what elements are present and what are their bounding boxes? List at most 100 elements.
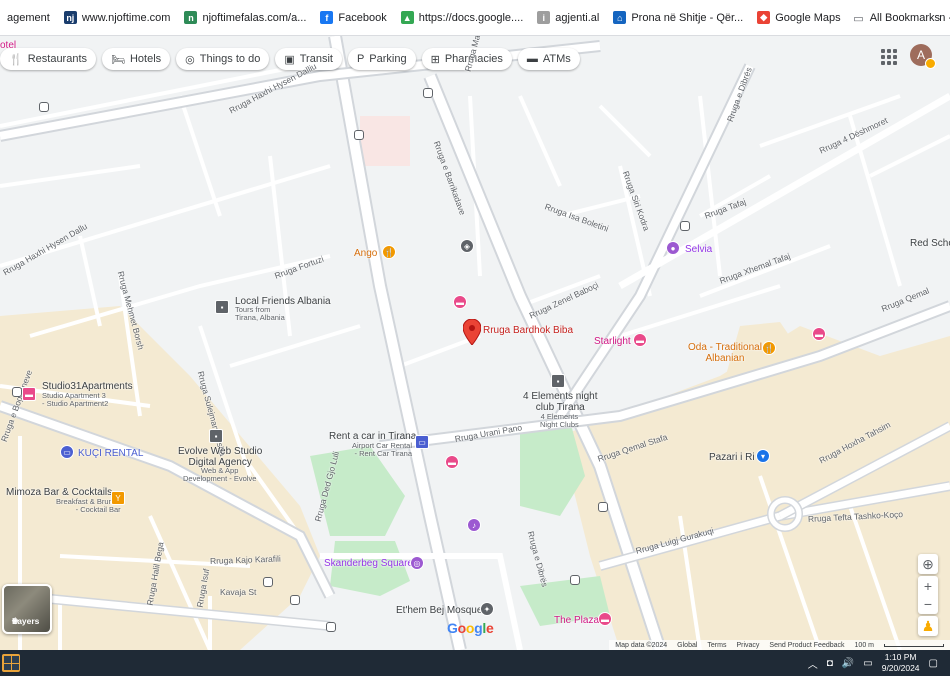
company-icon[interactable]: ▪: [209, 429, 223, 443]
bus-stop-icon[interactable]: [423, 88, 433, 98]
bookmark-item[interactable]: ⌂ Prona në Shitje - Qër...: [606, 0, 750, 35]
bookmark-item[interactable]: n njoftimefalas.com/a...: [177, 0, 313, 35]
place-label-selvia[interactable]: Selvia: [685, 244, 712, 255]
nj-icon: nj: [63, 11, 77, 24]
bookmark-item[interactable]: nj www.njoftime.com: [57, 0, 178, 35]
hotel-icon[interactable]: ▬: [633, 333, 647, 347]
music-venue-icon[interactable]: ♪: [467, 518, 481, 532]
bus-stop-icon[interactable]: [598, 502, 608, 512]
bookmark-label: Prona në Shitje - Qër...: [631, 11, 744, 24]
hotel-icon[interactable]: ▬: [22, 387, 36, 401]
send-feedback-link[interactable]: Send Product Feedback: [769, 642, 844, 649]
place-label-ethem-bey[interactable]: Et'hem Bej Mosque: [396, 605, 482, 616]
camera-icon[interactable]: ◘: [827, 658, 833, 669]
bookmark-item[interactable]: i agjenti.al: [530, 0, 606, 35]
chip-hotels[interactable]: 🛏 Hotels: [102, 48, 171, 70]
zoom-in-button[interactable]: +: [924, 577, 932, 595]
place-label-starlight[interactable]: Starlight: [594, 336, 631, 347]
chip-parking[interactable]: P Parking: [347, 48, 416, 70]
nightclub-icon[interactable]: ▪: [551, 374, 565, 388]
place-sublabel: Airport Car Rental - Rent Car Tirana: [352, 441, 413, 458]
google-logo-letter: o: [465, 620, 475, 636]
bus-stop-icon[interactable]: [263, 577, 273, 587]
place-label-evolve[interactable]: Evolve Web Studio Digital Agency: [178, 446, 262, 468]
mosque-icon[interactable]: ✦: [480, 602, 494, 616]
pink-block: [360, 116, 410, 166]
chip-atms[interactable]: ▬ ATMs: [517, 48, 580, 70]
shopping-icon[interactable]: ●: [666, 241, 680, 255]
global-link[interactable]: Global: [677, 642, 697, 649]
school-icon[interactable]: ◈: [460, 239, 474, 253]
place-label-the-plaza[interactable]: The Plaza: [554, 615, 599, 626]
pegman-street-view-button[interactable]: ♟: [918, 616, 938, 636]
agjenti-icon: i: [537, 11, 551, 24]
shopping-cart-icon[interactable]: ▾: [756, 449, 770, 463]
car-rental-icon[interactable]: ▭: [60, 445, 74, 459]
chevron-up-icon[interactable]: ︿: [808, 656, 818, 671]
place-label-ango[interactable]: Ango: [354, 248, 377, 259]
bus-stop-icon[interactable]: [290, 595, 300, 605]
place-label-4-elements[interactable]: 4 Elements night club Tirana: [523, 391, 598, 413]
google-apps-icon[interactable]: [878, 46, 900, 68]
notification-icon[interactable]: ▢: [929, 658, 938, 669]
bus-icon: ▣: [284, 53, 295, 66]
scale-label[interactable]: 100 m: [855, 642, 874, 649]
zoom-out-button[interactable]: −: [924, 595, 932, 613]
speaker-icon[interactable]: 🔊: [842, 658, 854, 669]
map-canvas[interactable]: 🍴 Restaurants 🛏 Hotels ◎ Things to do ▣ Transit…: [0, 36, 950, 650]
landmark-icon[interactable]: ◎: [410, 556, 424, 570]
place-label-kuci-rental[interactable]: KUÇI RENTAL: [78, 448, 143, 459]
selected-location-marker-icon[interactable]: [463, 319, 481, 345]
bus-stop-icon[interactable]: [570, 575, 580, 585]
chip-label: Transit: [299, 53, 333, 65]
hotel-icon[interactable]: ▬: [445, 455, 459, 469]
privacy-link[interactable]: Privacy: [736, 642, 759, 649]
street-label: Kavaja St: [220, 587, 257, 597]
bookmark-item[interactable]: f Facebook: [313, 0, 393, 35]
bookmark-item[interactable]: agement: [0, 0, 57, 35]
my-location-button[interactable]: ⊕: [918, 554, 938, 574]
start-button[interactable]: [2, 654, 20, 672]
chip-things-to-do[interactable]: ◎ Things to do: [176, 48, 270, 70]
place-label-oda[interactable]: Oda - Traditional Albanian: [688, 342, 762, 364]
pegman-icon: ♟: [921, 617, 935, 634]
bar-icon[interactable]: Y: [111, 491, 125, 505]
bookmark-item[interactable]: ◆ Google Maps: [750, 0, 847, 35]
bookmark-item[interactable]: ▲ https://docs.google....: [394, 0, 531, 35]
bookmarks-bar: agement nj www.njoftime.com n njoftimefalas.…: [0, 0, 950, 36]
tour-icon[interactable]: ▪: [215, 300, 229, 314]
restaurant-icon[interactable]: 🍴: [382, 245, 396, 259]
battery-icon[interactable]: ▭: [863, 658, 872, 669]
chip-label: Hotels: [129, 53, 162, 65]
place-label-pazari[interactable]: Pazari i Ri: [709, 452, 755, 463]
hotel-icon[interactable]: ▬: [812, 327, 826, 341]
clock[interactable]: 1:10 PM 9/20/2024: [882, 652, 920, 674]
hotel-icon[interactable]: ▬: [453, 295, 467, 309]
place-sublabel: Studio Apartment 3 - Studio Apartment2: [42, 391, 109, 408]
place-label-red-school[interactable]: Red Scho: [910, 238, 950, 249]
hotel-icon[interactable]: ▬: [598, 612, 612, 626]
chip-label: Parking: [369, 53, 407, 65]
place-label-skanderbeg[interactable]: Skanderbeg Square: [324, 558, 413, 569]
map-data-attribution: Map data ©2024: [615, 641, 668, 649]
bus-stop-icon[interactable]: [12, 387, 22, 397]
bus-stop-icon[interactable]: [39, 102, 49, 112]
terms-link[interactable]: Terms: [707, 642, 726, 649]
system-tray: ︿ ◘ 🔊 ▭ 1:10 PM 9/20/2024 ▢: [808, 650, 950, 676]
bus-stop-icon[interactable]: [326, 622, 336, 632]
place-sublabel: Web & App Development - Evolve: [183, 466, 257, 483]
chip-restaurants[interactable]: 🍴 Restaurants: [0, 48, 97, 70]
chip-label: Restaurants: [27, 53, 88, 65]
hotel-label-partial[interactable]: otel: [0, 40, 16, 51]
restaurant-icon[interactable]: 🍴: [762, 341, 776, 355]
car-rental-icon[interactable]: ▭: [415, 435, 429, 449]
bed-icon: 🛏: [111, 53, 125, 66]
scale-bar[interactable]: [884, 643, 944, 647]
folder-icon: ▭: [853, 12, 864, 25]
layers-button[interactable]: ◈ Layers: [2, 584, 52, 634]
bus-stop-icon[interactable]: [680, 221, 690, 231]
bus-stop-icon[interactable]: [354, 130, 364, 140]
all-bookmarks-button[interactable]: ▭ All Bookmarks: [845, 0, 940, 35]
google-logo: Google: [447, 620, 494, 636]
selected-location-label[interactable]: Rruga Bardhok Biba: [483, 325, 573, 336]
